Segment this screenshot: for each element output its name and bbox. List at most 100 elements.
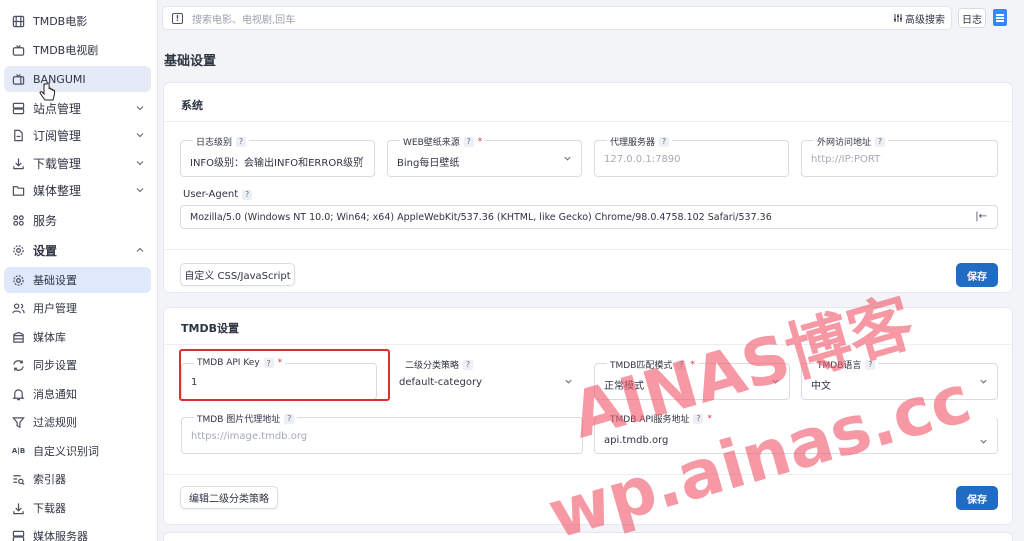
sidebar-item-basic-settings[interactable]: 基础设置 <box>4 267 151 293</box>
divider <box>164 121 1012 122</box>
users-icon <box>12 302 25 315</box>
help-icon: ? <box>463 359 474 370</box>
search-input[interactable]: 搜索电影、电视剧,回车 <box>192 11 893 26</box>
field-placeholder: https://image.tmdb.org <box>191 431 308 442</box>
tmdb-language-select[interactable]: TMDB语言? 中文 <box>801 358 998 400</box>
server-icon <box>12 530 25 541</box>
field-placeholder: 127.0.0.1:7890 <box>604 154 681 165</box>
sidebar-group-downloads[interactable]: 下载管理 <box>4 150 151 176</box>
field-label: User-Agent? <box>180 189 255 200</box>
sidebar-group-settings[interactable]: 设置 <box>4 237 151 263</box>
chevron-down-icon <box>136 133 144 138</box>
sliders-icon <box>894 14 902 22</box>
sidebar-group-media-organize[interactable]: 媒体整理 <box>4 177 151 203</box>
search-bar[interactable]: ! 搜索电影、电视剧,回车 高级搜索 <box>162 6 952 30</box>
document-icon[interactable] <box>993 9 1007 26</box>
chevron-down-icon <box>564 156 571 161</box>
help-icon: ? <box>865 359 876 370</box>
bell-icon <box>12 388 25 401</box>
system-card: 系统 日志级别? INFO级别：会输出INFO和ERROR级别的 WEB壁纸来源… <box>163 82 1013 293</box>
sidebar-item-label: 下载器 <box>33 502 66 515</box>
field-label: 外网访问地址? <box>814 135 889 148</box>
sidebar-item-label: 用户管理 <box>33 302 77 315</box>
sidebar-item-label: 同步设置 <box>33 359 77 372</box>
sidebar-group-sites[interactable]: 站点管理 <box>4 95 151 121</box>
save-button[interactable]: 保存 <box>956 486 998 510</box>
tmdb-image-proxy-field[interactable]: TMDB 图片代理地址? https://image.tmdb.org <box>181 412 583 454</box>
field-label: 二级分类策略? <box>402 358 477 371</box>
file-icon <box>12 129 25 142</box>
user-agent-input[interactable]: Mozilla/5.0 (Windows NT 10.0; Win64; x64… <box>180 205 998 229</box>
sidebar-item-label: 媒体库 <box>33 331 66 344</box>
custom-css-button[interactable]: 自定义 CSS/JavaScript <box>180 263 295 286</box>
sidebar-item-library[interactable]: 媒体库 <box>4 324 151 350</box>
highlight-box <box>179 349 390 401</box>
filter-icon <box>12 416 25 429</box>
help-icon: ? <box>659 136 670 147</box>
chevron-down-icon <box>980 379 987 384</box>
folder-icon <box>12 184 25 197</box>
chevron-down-icon <box>772 379 779 384</box>
sidebar-item-indexers[interactable]: 索引器 <box>4 466 151 492</box>
sidebar-item-label: 订阅管理 <box>33 128 82 143</box>
sidebar-item-label: 过滤规则 <box>33 416 77 429</box>
sidebar-item-media-servers[interactable]: 媒体服务器 <box>4 523 151 541</box>
sidebar-item-custom-words[interactable]: A|B 自定义识别词 <box>4 438 151 464</box>
tv-icon <box>12 73 25 86</box>
library-icon <box>12 331 25 344</box>
divider <box>164 344 1012 345</box>
sync-icon <box>12 359 25 372</box>
sidebar-group-subscriptions[interactable]: 订阅管理 <box>4 122 151 148</box>
sidebar-item-tmdb-tv[interactable]: TMDB电视剧 <box>4 37 151 63</box>
chevron-down-icon <box>565 379 572 384</box>
sidebar-item-notifications[interactable]: 消息通知 <box>4 381 151 407</box>
help-icon: ? <box>463 136 474 147</box>
sidebar-item-sync[interactable]: 同步设置 <box>4 352 151 378</box>
field-label: TMDB语言? <box>814 358 879 371</box>
field-value: api.tmdb.org <box>604 435 669 446</box>
log-button[interactable]: 日志 <box>958 8 986 28</box>
tv-icon <box>12 44 25 57</box>
tmdb-api-domain-select[interactable]: TMDB API服务地址? * api.tmdb.org <box>594 412 998 454</box>
sidebar-item-downloaders[interactable]: 下载器 <box>4 495 151 521</box>
sidebar-item-users[interactable]: 用户管理 <box>4 295 151 321</box>
tmdb-match-mode-select[interactable]: TMDB匹配模式? * 正常模式 <box>594 358 790 400</box>
download-icon <box>12 502 25 515</box>
proxy-server-field[interactable]: 代理服务器? 127.0.0.1:7890 <box>594 135 789 177</box>
save-button[interactable]: 保存 <box>956 263 998 287</box>
chevron-down-icon <box>136 188 144 193</box>
reset-icon[interactable]: |← <box>975 211 987 222</box>
field-label: 日志级别? <box>193 135 250 148</box>
advanced-search-label: 高级搜索 <box>905 14 945 26</box>
sidebar-item-label: 消息通知 <box>33 388 77 401</box>
sidebar: TMDB电影 TMDB电视剧 BANGUMI 站点管理 订阅管理 下载管理 媒体… <box>0 0 158 541</box>
wallpaper-source-select[interactable]: WEB壁纸来源? * Bing每日壁纸 <box>387 135 582 177</box>
advanced-search-button[interactable]: 高级搜索 <box>893 11 945 26</box>
sidebar-item-tmdb-movies[interactable]: TMDB电影 <box>4 8 151 34</box>
sidebar-item-bangumi[interactable]: BANGUMI <box>4 66 151 92</box>
page-title: 基础设置 <box>164 54 217 69</box>
field-value: Mozilla/5.0 (Windows NT 10.0; Win64; x64… <box>190 212 772 223</box>
chevron-down-icon <box>980 439 987 444</box>
text-icon: A|B <box>11 447 26 455</box>
sidebar-item-label: TMDB电影 <box>33 15 88 28</box>
external-url-field[interactable]: 外网访问地址? http://IP:PORT <box>801 135 998 177</box>
log-level-select[interactable]: 日志级别? INFO级别：会输出INFO和ERROR级别的 <box>180 135 375 177</box>
user-agent-label-row: User-Agent? <box>180 189 998 203</box>
secondary-category-select[interactable]: 二级分类策略? default-category <box>389 358 583 400</box>
field-value: INFO级别：会输出INFO和ERROR级别的 <box>190 158 362 169</box>
sidebar-item-label: 下载管理 <box>33 156 82 171</box>
sidebar-group-services[interactable]: 服务 <box>4 207 151 233</box>
sidebar-item-label: 设置 <box>33 243 58 258</box>
sidebar-item-label: 站点管理 <box>33 101 82 116</box>
chevron-down-icon <box>136 106 144 111</box>
sidebar-item-label: 基础设置 <box>33 274 77 287</box>
chevron-down-icon <box>136 161 144 166</box>
sidebar-item-label: 媒体服务器 <box>33 530 88 541</box>
field-value: 正常模式 <box>604 381 644 392</box>
sidebar-item-filter-rules[interactable]: 过滤规则 <box>4 409 151 435</box>
gear-icon <box>12 274 25 287</box>
field-label: WEB壁纸来源? * <box>400 135 486 148</box>
edit-category-button[interactable]: 编辑二级分类策略 <box>180 486 278 509</box>
chevron-down-icon <box>357 156 364 161</box>
